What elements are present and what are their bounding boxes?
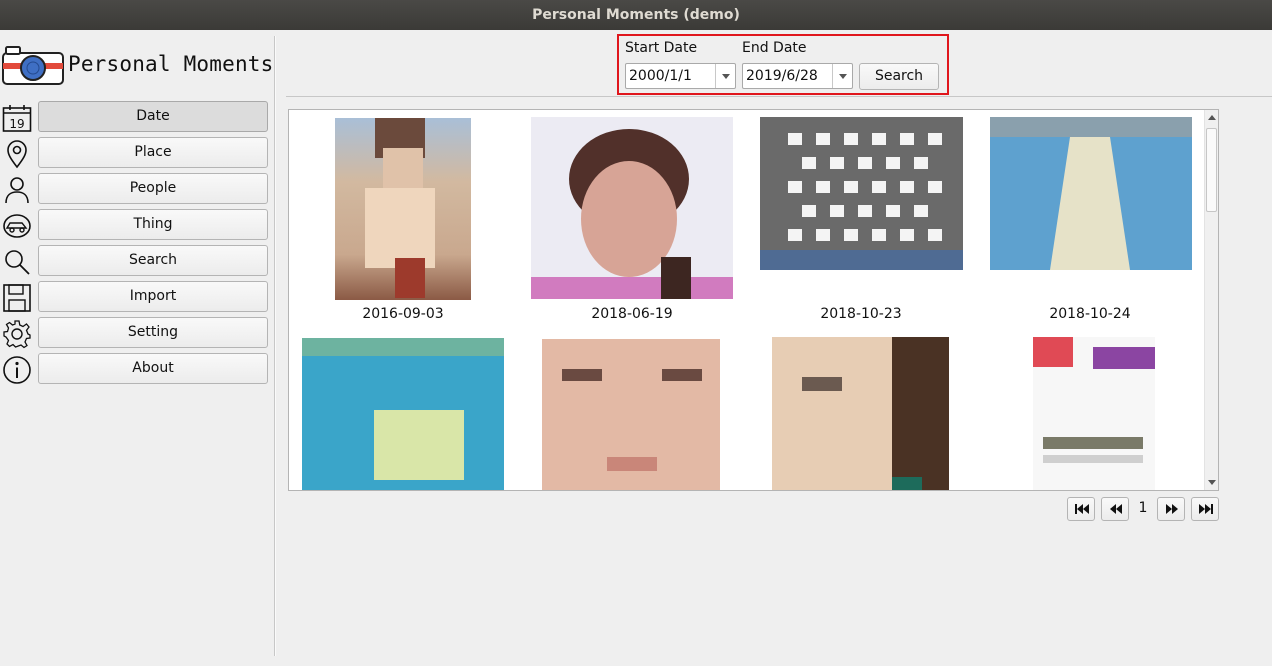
end-date-combo[interactable]: 2019/6/28: [742, 63, 853, 89]
window-title: Personal Moments (demo): [0, 0, 1272, 30]
photo-thumbnail[interactable]: [302, 338, 504, 491]
nav-row-place: Place: [0, 137, 274, 169]
photo-thumbnail[interactable]: [990, 117, 1192, 270]
nav-import-button[interactable]: Import: [38, 281, 268, 312]
nav-row-import: Import: [0, 281, 274, 313]
previous-page-button[interactable]: [1101, 497, 1129, 521]
info-icon: [3, 356, 31, 384]
gallery-scrollbar[interactable]: [1204, 110, 1218, 490]
search-icon: [5, 250, 30, 275]
nav-setting-button[interactable]: Setting: [38, 317, 268, 348]
sidebar-divider-highlight: [275, 36, 276, 656]
search-button[interactable]: Search: [859, 63, 939, 90]
chevron-down-icon[interactable]: [715, 64, 735, 88]
camera-icon: [2, 46, 64, 85]
fast-forward-icon: [1166, 504, 1178, 514]
start-date-value: 2000/1/1: [629, 68, 692, 84]
skip-last-icon: [1199, 504, 1213, 514]
nav-search-button[interactable]: Search: [38, 245, 268, 276]
photo-thumbnail[interactable]: [760, 117, 963, 270]
calendar-icon: 19: [2, 105, 32, 132]
end-date-value: 2019/6/28: [746, 68, 818, 84]
start-date-combo[interactable]: 2000/1/1: [625, 63, 736, 89]
nav-row-date: 19 Date: [0, 101, 274, 133]
nav-about-button[interactable]: About: [38, 353, 268, 384]
nav-thing-button[interactable]: Thing: [38, 209, 268, 240]
last-page-button[interactable]: [1191, 497, 1219, 521]
page-number: 1: [1138, 500, 1148, 516]
sidebar: Personal Moments 19 Date Place People Th…: [0, 30, 274, 666]
nav-people-button[interactable]: People: [38, 173, 268, 204]
map-pin-icon: [7, 140, 27, 169]
photo-thumbnail[interactable]: [335, 118, 471, 300]
gear-icon: [3, 320, 31, 349]
rewind-icon: [1110, 504, 1122, 514]
photo-caption: 2018-06-19: [591, 306, 673, 322]
floppy-disk-icon: [3, 284, 31, 312]
chevron-down-icon[interactable]: [832, 64, 852, 88]
photo-caption: 2018-10-23: [820, 306, 902, 322]
start-date-label: Start Date: [625, 40, 698, 56]
first-page-button[interactable]: [1067, 497, 1095, 521]
header-divider: [286, 96, 1272, 97]
nav-place-button[interactable]: Place: [38, 137, 268, 168]
nav-row-setting: Setting: [0, 317, 274, 349]
nav-row-search: Search: [0, 245, 274, 277]
photo-gallery[interactable]: 2016-09-03 2018-06-19 2018-10-23 2018-10…: [288, 109, 1219, 491]
next-page-button[interactable]: [1157, 497, 1185, 521]
photo-caption: 2016-09-03: [362, 306, 444, 322]
scroll-down-icon[interactable]: [1208, 480, 1216, 485]
car-icon: [3, 214, 31, 238]
photo-caption: 2018-10-24: [1049, 306, 1131, 322]
person-icon: [5, 177, 29, 204]
nav-row-thing: Thing: [0, 209, 274, 241]
app-name: Personal Moments: [68, 52, 274, 76]
end-date-label: End Date: [742, 40, 807, 56]
nav-row-people: People: [0, 173, 274, 205]
photo-thumbnail[interactable]: [531, 117, 733, 299]
scroll-up-icon[interactable]: [1208, 115, 1216, 120]
skip-first-icon: [1075, 504, 1089, 514]
photo-thumbnail[interactable]: [542, 339, 720, 491]
photo-thumbnail[interactable]: [1033, 337, 1155, 491]
scroll-thumb[interactable]: [1206, 128, 1217, 212]
calendar-day: 19: [9, 117, 24, 131]
nav-date-button[interactable]: Date: [38, 101, 268, 132]
photo-thumbnail[interactable]: [772, 337, 949, 491]
nav-row-about: About: [0, 353, 274, 385]
